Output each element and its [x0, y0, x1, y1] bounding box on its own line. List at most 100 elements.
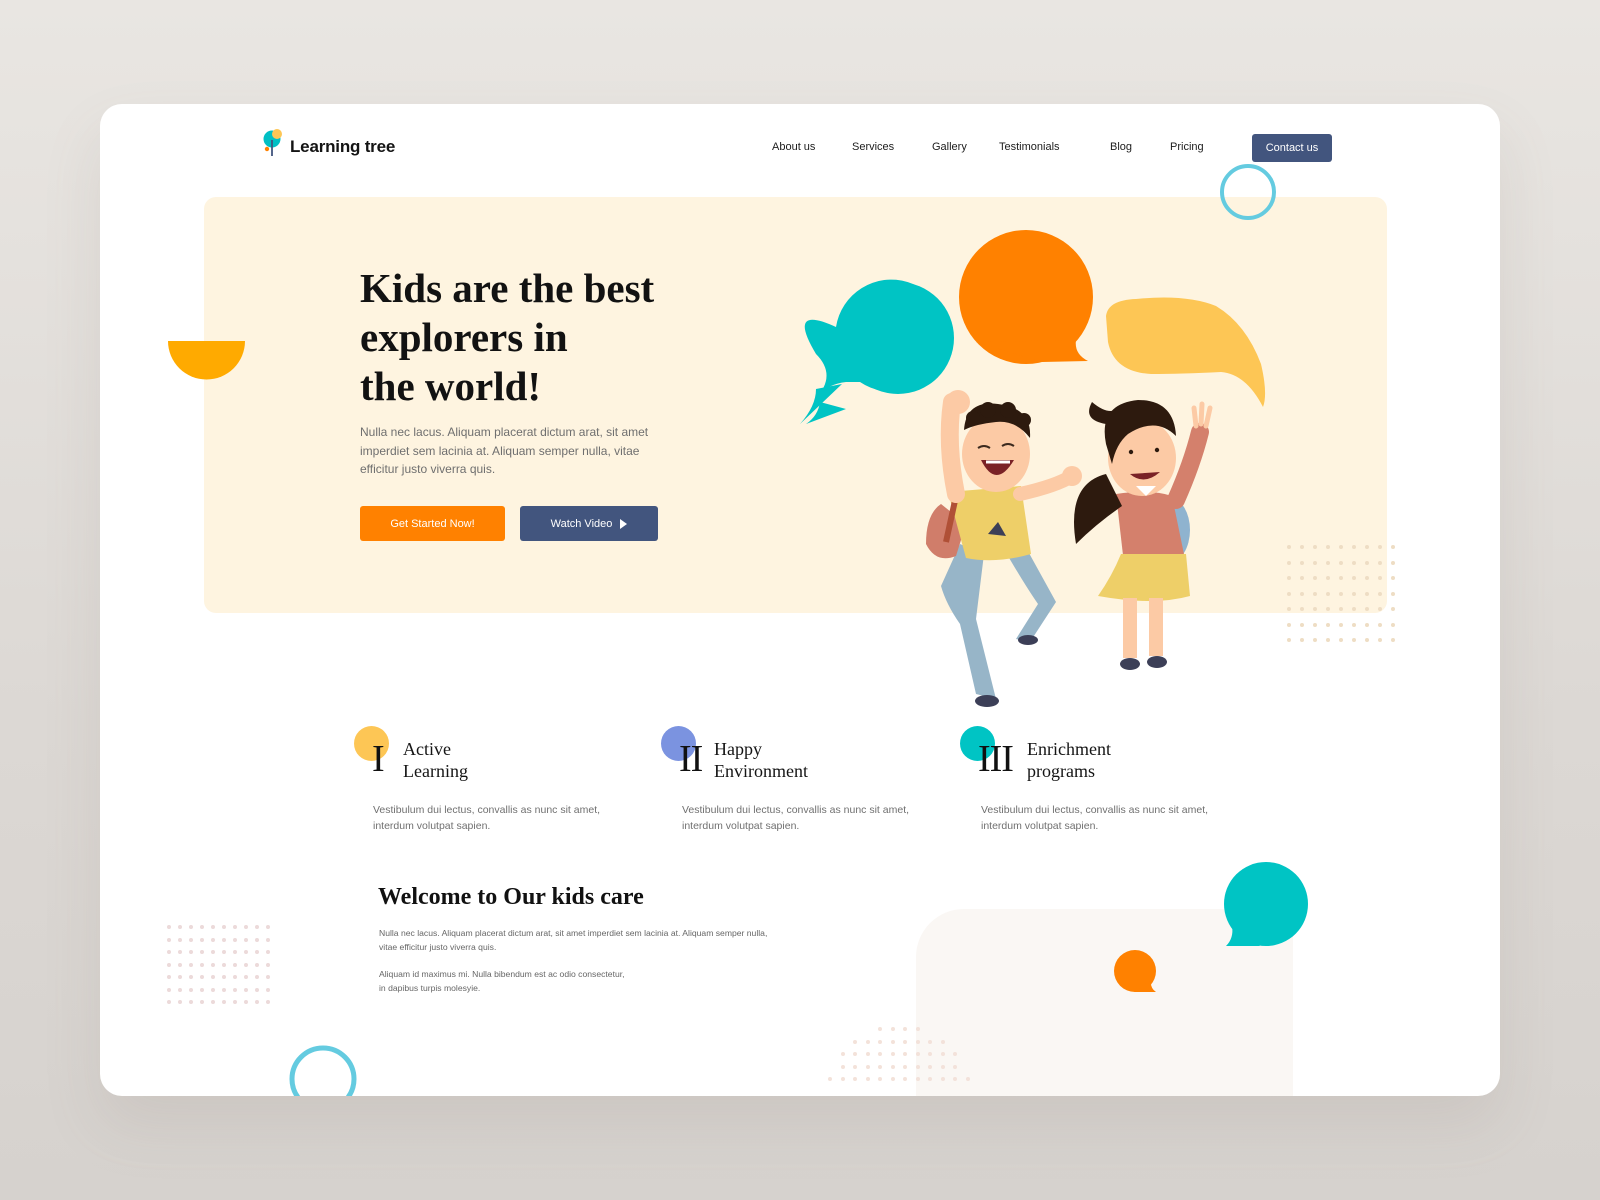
contact-us-button[interactable]: Contact us — [1252, 134, 1332, 162]
dot — [211, 1000, 215, 1004]
dot — [178, 937, 182, 942]
dot — [178, 950, 182, 954]
dot — [1391, 560, 1395, 565]
nav-services[interactable]: Services — [852, 141, 894, 153]
dot — [222, 1000, 226, 1004]
dot — [178, 925, 182, 929]
dot — [233, 925, 237, 929]
dot — [953, 1064, 957, 1069]
nav-about-us[interactable]: About us — [772, 141, 815, 153]
dot — [903, 1052, 907, 1056]
feature-title-line: programs — [1027, 761, 1095, 781]
dot — [865, 1077, 870, 1081]
dot — [1300, 638, 1304, 642]
dot — [266, 962, 270, 967]
watch-video-button[interactable]: Watch Video — [520, 506, 658, 541]
dot — [178, 1000, 182, 1004]
dot — [1326, 622, 1330, 627]
dot — [233, 950, 237, 954]
dot — [1352, 576, 1356, 580]
dot — [1352, 591, 1356, 596]
dot — [915, 1027, 920, 1031]
dot — [1339, 576, 1343, 580]
dot — [915, 1077, 920, 1081]
nav-gallery[interactable]: Gallery — [932, 141, 967, 153]
dot — [1339, 638, 1343, 642]
dot — [1378, 622, 1382, 627]
dot — [965, 1077, 970, 1081]
dot — [1352, 545, 1356, 549]
dot — [928, 1052, 932, 1056]
dot — [953, 1077, 957, 1081]
dot — [841, 1027, 845, 1031]
dot — [853, 1027, 857, 1031]
welcome-paragraph: Nulla nec lacus. Aliquam placerat dictum… — [379, 927, 767, 954]
dot — [266, 987, 270, 992]
dot — [167, 962, 171, 967]
nav-testimonials[interactable]: Testimonials — [999, 141, 1060, 153]
dot — [940, 1052, 945, 1056]
teal-speech-bubble-icon — [1224, 862, 1308, 946]
page-card: Learning tree About us Services Gallery … — [100, 104, 1500, 1096]
dot — [1365, 560, 1369, 565]
feature-title: Active Learning — [403, 738, 468, 782]
dot — [233, 962, 237, 967]
dot — [1326, 591, 1330, 596]
dot — [915, 1039, 920, 1044]
dot — [244, 987, 248, 992]
dot — [266, 925, 270, 929]
dot — [1300, 560, 1304, 565]
dot — [903, 1077, 907, 1081]
dot — [200, 1000, 204, 1004]
dot — [1391, 607, 1395, 611]
nav-pricing[interactable]: Pricing — [1170, 141, 1204, 153]
dot — [1352, 560, 1356, 565]
dot — [828, 1027, 832, 1031]
dot — [853, 1039, 857, 1044]
dot — [233, 1000, 237, 1004]
dot — [189, 950, 193, 954]
dot — [211, 925, 215, 929]
dot — [940, 1039, 945, 1044]
welcome-text-line: Aliquam id maximus mi. Nulla bibendum es… — [379, 969, 625, 979]
orange-speech-bubble-icon — [959, 230, 1093, 364]
dot — [244, 950, 248, 954]
dot — [928, 1064, 932, 1069]
dot — [890, 1077, 895, 1081]
dot — [244, 975, 248, 979]
dot — [266, 975, 270, 979]
dot — [840, 1077, 845, 1081]
dot — [1300, 607, 1304, 611]
dot — [200, 987, 204, 992]
dot — [1391, 638, 1395, 642]
welcome-text-line: vitae efficitur justo viverra quis. — [379, 941, 497, 952]
dot — [866, 1027, 870, 1031]
dot — [189, 975, 193, 979]
dot — [255, 1000, 259, 1004]
ring-decoration-icon — [1220, 164, 1276, 220]
dot — [189, 925, 193, 929]
get-started-button[interactable]: Get Started Now! — [360, 506, 505, 541]
nav-blog[interactable]: Blog — [1110, 141, 1132, 153]
dot — [1365, 622, 1369, 627]
dot — [167, 975, 171, 979]
dot — [853, 1052, 857, 1056]
watch-video-label: Watch Video — [550, 517, 613, 530]
dot — [828, 1077, 832, 1081]
dot — [200, 925, 204, 929]
dot — [928, 1077, 932, 1081]
dot — [865, 1039, 870, 1044]
dot — [940, 1077, 945, 1081]
dot — [1391, 545, 1395, 549]
dot — [915, 1064, 920, 1069]
feature-title-line: Enrichment — [1027, 739, 1111, 759]
dot — [1339, 591, 1343, 596]
dot — [865, 1064, 870, 1069]
dot — [1391, 622, 1395, 627]
dot — [200, 950, 204, 954]
dot — [1378, 591, 1382, 596]
welcome-paragraph: Aliquam id maximus mi. Nulla bibendum es… — [379, 968, 625, 995]
dot — [1378, 545, 1382, 549]
dot — [1378, 607, 1382, 611]
dot — [890, 1052, 895, 1056]
